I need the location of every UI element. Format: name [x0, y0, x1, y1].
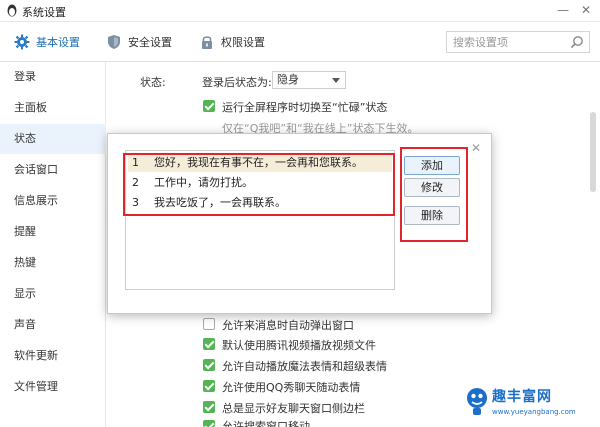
window-title: 系统设置: [22, 6, 66, 19]
tab-label: 权限设置: [221, 36, 265, 49]
magic-emoji-checkbox[interactable]: [203, 359, 215, 371]
tab-label: 基本设置: [36, 36, 80, 49]
content-scrollbar[interactable]: [590, 112, 596, 192]
sidebar-item-chat-window[interactable]: 会话窗口: [0, 155, 106, 185]
settings-sidebar: 登录 主面板 状态 会话窗口 信息展示 提醒 热键 显示 声音 软件更新 文件管…: [0, 62, 106, 427]
sidebar-item-info-display[interactable]: 信息展示: [0, 186, 106, 216]
site-watermark: 趣丰富网 www.yueyangbang.com: [462, 382, 598, 424]
sidebar-item-sound[interactable]: 声音: [0, 310, 106, 340]
auto-popup-label: 允许来消息时自动弹出窗口: [222, 319, 354, 332]
chevron-down-icon: [332, 78, 340, 83]
mascot-logo-icon: [467, 388, 487, 415]
qqshow-checkbox[interactable]: [203, 380, 215, 392]
last-option-checkbox[interactable]: [203, 420, 215, 427]
watermark-url: www.yueyangbang.com: [492, 408, 576, 416]
search-box[interactable]: [446, 31, 590, 53]
minimize-button[interactable]: —: [554, 2, 572, 18]
sidebar-item-main-panel[interactable]: 主面板: [0, 93, 106, 123]
qqshow-label: 允许使用QQ秀聊天随动表情: [222, 381, 361, 394]
login-status-dropdown[interactable]: 隐身: [272, 71, 346, 89]
close-window-button[interactable]: ✕: [577, 2, 595, 18]
login-status-label: 登录后状态为:: [202, 76, 272, 89]
fullscreen-busy-label: 运行全屏程序时切换至“忙碌”状态: [222, 101, 388, 114]
login-status-value: 隐身: [277, 73, 299, 86]
search-icon[interactable]: [570, 35, 584, 49]
shield-icon: [108, 35, 120, 49]
last-option-label: 允许搜索窗口移动: [222, 420, 310, 427]
sidebar-item-status[interactable]: 状态: [0, 124, 106, 154]
lock-icon: [202, 36, 212, 49]
sidebar-always-checkbox[interactable]: [203, 401, 215, 413]
auto-popup-checkbox[interactable]: [203, 318, 215, 330]
buttons-highlight-box: [400, 147, 468, 242]
settings-toolbar: 基本设置 安全设置 权限设置: [0, 22, 600, 62]
status-section-label: 状态:: [140, 76, 166, 89]
auto-reply-dialog: ✕ 1 您好，我现在有事不在，一会再和您联系。 2 工作中，请勿打扰。 3 我去…: [107, 133, 492, 314]
replies-highlight-box: [123, 153, 395, 216]
sidebar-always-label: 总是显示好友聊天窗口侧边栏: [222, 402, 365, 415]
tab-security-settings[interactable]: 安全设置: [106, 32, 172, 52]
sidebar-item-login[interactable]: 登录: [0, 62, 106, 92]
sidebar-item-reminders[interactable]: 提醒: [0, 217, 106, 247]
dialog-close-icon[interactable]: ✕: [470, 142, 482, 154]
tab-basic-settings[interactable]: 基本设置: [14, 32, 80, 52]
qq-penguin-icon: [7, 4, 17, 17]
sidebar-item-file-management[interactable]: 文件管理: [0, 372, 106, 402]
magic-emoji-label: 允许自动播放魔法表情和超级表情: [222, 360, 387, 373]
search-input[interactable]: [453, 34, 569, 50]
tab-label: 安全设置: [128, 36, 172, 49]
title-bar: 系统设置 — ✕: [0, 0, 600, 22]
sidebar-item-display[interactable]: 显示: [0, 279, 106, 309]
tencent-video-checkbox[interactable]: [203, 338, 215, 350]
tencent-video-label: 默认使用腾讯视频播放视频文件: [222, 339, 376, 352]
sidebar-item-software-update[interactable]: 软件更新: [0, 341, 106, 371]
tab-permission-settings[interactable]: 权限设置: [199, 32, 265, 52]
sidebar-item-hotkeys[interactable]: 热键: [0, 248, 106, 278]
gear-icon: [14, 34, 30, 50]
watermark-text: 趣丰富网: [492, 389, 552, 405]
fullscreen-busy-checkbox[interactable]: [203, 100, 215, 112]
